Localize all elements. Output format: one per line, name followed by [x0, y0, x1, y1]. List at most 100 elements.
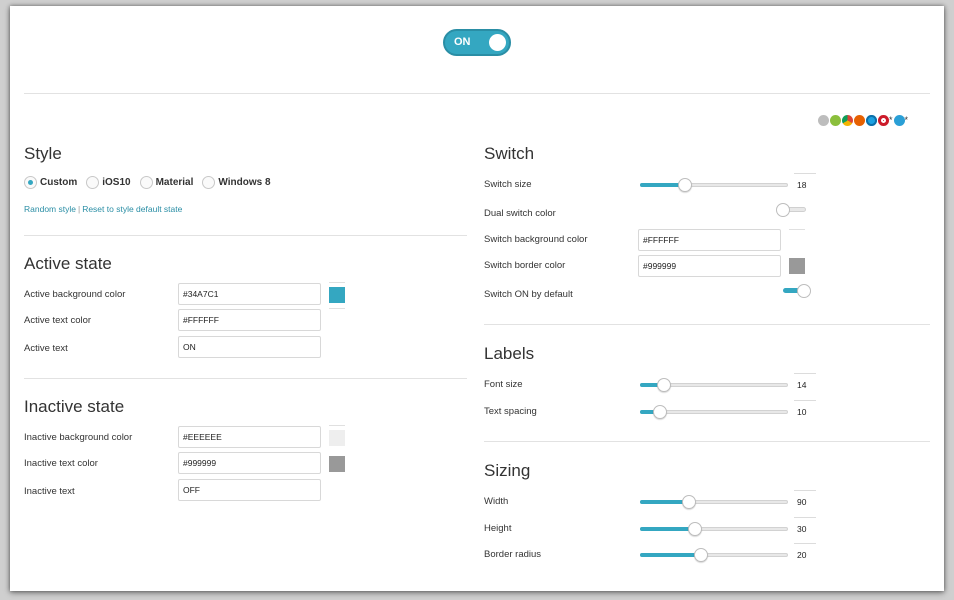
active-text-input[interactable]	[178, 336, 321, 358]
text-spacing-value: 10	[797, 407, 807, 417]
switch-border-label: Switch border color	[484, 260, 566, 271]
border-radius-label: Border radius	[484, 549, 542, 560]
width-label: Width	[484, 496, 509, 507]
inactive-bg-label: Inactive background color	[24, 432, 133, 443]
slider-fill	[640, 553, 701, 557]
link-separator: |	[77, 204, 81, 214]
inactive-text-color-label: Inactive text color	[24, 458, 98, 469]
radio-windows8[interactable]: Windows 8	[202, 176, 271, 189]
slider-thumb[interactable]	[688, 522, 702, 536]
labels-divider	[484, 441, 930, 442]
chrome-icon	[842, 115, 853, 126]
radio-circle	[24, 176, 37, 189]
star-icon: *	[889, 115, 893, 125]
slider-thumb[interactable]	[694, 548, 708, 562]
switch-size-value: 18	[797, 180, 807, 190]
swatch-edge	[329, 308, 345, 309]
value-edge	[794, 173, 816, 174]
active-bg-swatch[interactable]	[329, 287, 345, 303]
border-radius-slider[interactable]	[640, 548, 788, 562]
ie-icon	[866, 115, 877, 126]
reset-style-link[interactable]: Reset to style default state	[82, 204, 182, 214]
radio-circle	[86, 176, 100, 189]
toggle-knob	[797, 284, 811, 298]
dual-switch-color-label: Dual switch color	[484, 208, 556, 219]
radio-label: iOS10	[102, 177, 131, 188]
preview-switch-knob	[489, 34, 506, 51]
labels-heading: Labels	[484, 344, 535, 363]
slider-thumb[interactable]	[657, 378, 671, 392]
value-edge	[794, 400, 816, 401]
radio-ios10[interactable]: iOS10	[86, 176, 131, 189]
switch-size-label: Switch size	[484, 179, 532, 190]
switch-border-swatch[interactable]	[789, 258, 805, 274]
text-spacing-label: Text spacing	[484, 406, 537, 417]
font-size-slider[interactable]	[640, 378, 788, 392]
sizing-heading: Sizing	[484, 461, 531, 480]
browser-support-icons: * *	[818, 115, 908, 126]
toggle-knob	[776, 203, 790, 217]
switch-divider	[484, 324, 930, 325]
swatch-edge	[789, 229, 805, 230]
style-radio-group: Custom iOS10 Material Windows 8	[24, 176, 280, 189]
opera-icon	[878, 115, 889, 126]
active-text-color-label: Active text color	[24, 315, 92, 326]
value-edge	[794, 517, 816, 518]
radio-label: Material	[155, 177, 194, 188]
switch-border-input[interactable]	[638, 255, 781, 277]
active-state-heading: Active state	[24, 254, 112, 273]
slider-thumb[interactable]	[653, 405, 667, 419]
preview-switch[interactable]: ON	[443, 29, 511, 56]
apple-icon	[818, 115, 829, 126]
value-edge	[794, 543, 816, 544]
active-bg-label: Active background color	[24, 289, 126, 300]
switch-heading: Switch	[484, 144, 535, 163]
switch-on-default-toggle[interactable]	[781, 284, 813, 298]
radio-label: Custom	[40, 177, 78, 188]
preview-switch-text: ON	[454, 36, 471, 48]
radio-circle	[202, 176, 216, 189]
switch-bg-input[interactable]	[638, 229, 781, 251]
height-value: 30	[797, 524, 807, 534]
star-icon: *	[904, 115, 909, 125]
switch-size-slider[interactable]	[640, 178, 788, 192]
inactive-bg-swatch[interactable]	[329, 430, 345, 446]
value-edge	[794, 490, 816, 491]
inactive-text-label: Inactive text	[24, 486, 75, 497]
width-value: 90	[797, 497, 807, 507]
active-text-label: Active text	[24, 343, 68, 354]
font-size-value: 14	[797, 380, 807, 390]
radio-label: Windows 8	[218, 177, 271, 188]
swatch-edge	[329, 282, 345, 283]
inactive-text-color-input[interactable]	[178, 452, 321, 474]
text-spacing-slider[interactable]	[640, 405, 788, 419]
active-bg-input[interactable]	[178, 283, 321, 305]
slider-thumb[interactable]	[678, 178, 692, 192]
firefox-icon	[854, 115, 865, 126]
radio-material[interactable]: Material	[139, 176, 194, 189]
inactive-text-input[interactable]	[178, 479, 321, 501]
value-edge	[794, 373, 816, 374]
style-heading: Style	[24, 144, 62, 163]
height-label: Height	[484, 523, 512, 534]
dual-switch-color-toggle[interactable]	[776, 203, 808, 217]
slider-thumb[interactable]	[682, 495, 696, 509]
android-icon	[830, 115, 841, 126]
safari-icon	[893, 115, 905, 126]
random-style-link[interactable]: Random style	[24, 204, 76, 214]
style-divider	[24, 235, 467, 236]
swatch-edge	[329, 425, 345, 426]
inactive-text-color-swatch[interactable]	[329, 456, 345, 472]
switch-bg-label: Switch background color	[484, 234, 588, 245]
height-slider[interactable]	[640, 522, 788, 536]
active-text-color-input[interactable]	[178, 309, 321, 331]
inactive-bg-input[interactable]	[178, 426, 321, 448]
border-radius-value: 20	[797, 550, 807, 560]
font-size-label: Font size	[484, 379, 523, 390]
slider-fill	[640, 527, 695, 531]
width-slider[interactable]	[640, 495, 788, 509]
switch-on-default-label: Switch ON by default	[484, 289, 573, 300]
radio-custom[interactable]: Custom	[24, 176, 77, 189]
style-links: Random style | Reset to style default stat…	[24, 204, 182, 214]
top-divider	[24, 93, 930, 94]
